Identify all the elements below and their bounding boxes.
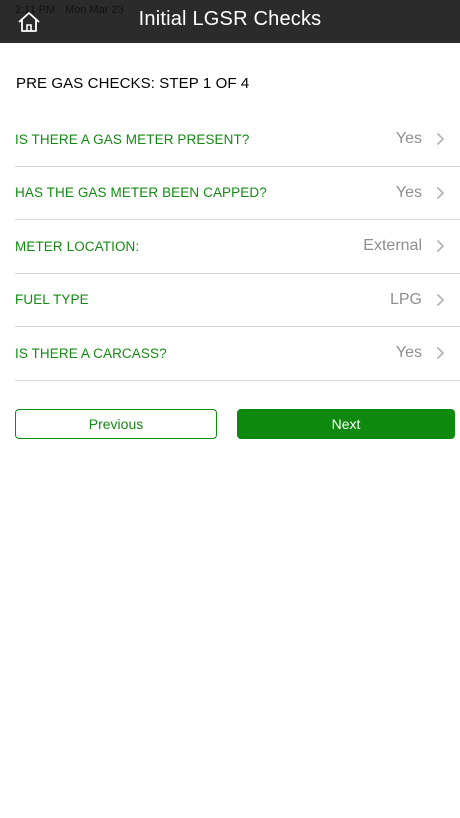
chevron-right-icon	[432, 131, 448, 147]
row-fuel-type[interactable]: FUEL TYPE LPG	[15, 274, 460, 327]
previous-button[interactable]: Previous	[15, 409, 217, 439]
row-value: Yes	[395, 344, 422, 362]
row-value: External	[363, 237, 422, 255]
row-gas-meter-present[interactable]: IS THERE A GAS METER PRESENT? Yes	[15, 113, 460, 167]
row-carcass[interactable]: IS THERE A CARCASS? Yes	[15, 327, 460, 381]
app-header: 2:11 PM Mon Mar 23 Initial LGSR Checks	[0, 0, 460, 43]
row-label: METER LOCATION:	[15, 238, 140, 254]
row-value: Yes	[395, 183, 422, 201]
next-button[interactable]: Next	[237, 409, 455, 439]
row-value: Yes	[395, 130, 422, 148]
row-label: IS THERE A CARCASS?	[15, 345, 167, 361]
chevron-right-icon	[432, 345, 448, 361]
row-label: HAS THE GAS METER BEEN CAPPED?	[15, 185, 267, 201]
page-title: Initial LGSR Checks	[138, 8, 322, 30]
step-title: PRE GAS CHECKS: STEP 1 OF 4	[16, 75, 250, 92]
chevron-right-icon	[432, 238, 448, 254]
chevron-right-icon	[432, 292, 448, 308]
row-gas-meter-capped[interactable]: HAS THE GAS METER BEEN CAPPED? Yes	[15, 167, 460, 220]
row-meter-location[interactable]: METER LOCATION: External	[15, 220, 460, 274]
row-value: LPG	[389, 290, 422, 308]
row-label: FUEL TYPE	[15, 292, 89, 308]
checks-list: IS THERE A GAS METER PRESENT? Yes HAS TH…	[15, 113, 460, 381]
chevron-right-icon	[432, 185, 448, 201]
row-label: IS THERE A GAS METER PRESENT?	[15, 131, 250, 147]
